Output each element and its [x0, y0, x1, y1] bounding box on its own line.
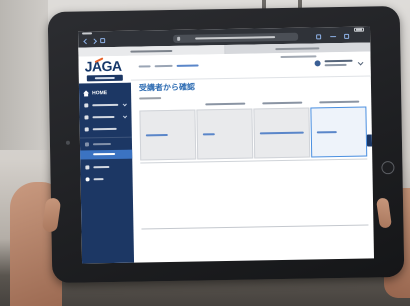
menu-icon [84, 127, 89, 132]
tab-title [130, 49, 173, 53]
section-label [139, 97, 162, 100]
tile-link [316, 131, 337, 133]
photo-scene: JAGA HOME 受講者から確認 [0, 0, 410, 306]
lock-icon [177, 36, 181, 41]
chevron-down-icon[interactable] [357, 59, 364, 66]
sidebar-item-home[interactable]: HOME [79, 89, 131, 99]
tab-title [275, 47, 320, 50]
sidebar-item-help[interactable] [81, 175, 133, 185]
tile-link [202, 133, 215, 135]
unreadable-text [92, 103, 119, 107]
user-name [324, 59, 353, 62]
home-button[interactable] [381, 161, 395, 175]
sidebar: HOME [78, 82, 135, 264]
menu-tile[interactable] [253, 107, 311, 159]
unreadable-text [92, 143, 111, 146]
side-panel-tab[interactable] [366, 134, 373, 147]
sidebar-item[interactable] [80, 163, 132, 173]
page-title: 受講者から確認 [138, 82, 196, 93]
share-icon[interactable] [316, 34, 322, 40]
home-icon [83, 90, 90, 94]
address-bar[interactable] [173, 32, 299, 43]
column-header [319, 100, 360, 103]
forward-icon[interactable] [91, 38, 98, 45]
sidebar-item[interactable] [79, 113, 131, 123]
column-header [262, 101, 303, 104]
divider [141, 224, 369, 230]
back-icon[interactable] [83, 38, 90, 45]
breadcrumb[interactable] [154, 64, 173, 68]
logo-sublabel [86, 74, 123, 82]
menu-icon [84, 142, 90, 147]
sidebar-section [80, 140, 132, 150]
unreadable-text [94, 76, 115, 79]
menu-tile[interactable] [139, 109, 197, 161]
menu-tile-selected[interactable] [310, 106, 368, 158]
unreadable-text [92, 127, 117, 131]
app-header [130, 51, 371, 81]
unreadable-text [92, 115, 115, 119]
breadcrumb [176, 64, 199, 67]
logo: JAGA [84, 57, 122, 75]
tablet-device: JAGA HOME 受講者から確認 [47, 5, 405, 284]
bookmarks-icon[interactable] [100, 38, 106, 44]
unreadable-text [93, 178, 104, 181]
menu-tile[interactable] [196, 108, 254, 160]
new-tab-icon[interactable] [330, 36, 337, 38]
sidebar-item[interactable] [80, 125, 132, 135]
unreadable-text [93, 166, 110, 169]
menu-icon [84, 103, 89, 108]
column-header [205, 102, 246, 105]
user-role [324, 63, 347, 66]
breadcrumb[interactable] [138, 65, 151, 68]
battery-icon [353, 27, 365, 32]
menu-icon [85, 165, 90, 170]
help-icon [85, 177, 90, 182]
unreadable-text [93, 152, 116, 156]
sidebar-item-label: HOME [92, 90, 108, 97]
status-time [82, 32, 93, 34]
tablet-screen: JAGA HOME 受講者から確認 [78, 26, 375, 264]
logo-area[interactable]: JAGA [78, 55, 131, 84]
chevron-down-icon [122, 114, 128, 119]
camera-dot [65, 140, 70, 145]
tabs-icon[interactable] [344, 33, 350, 39]
tile-link [145, 134, 168, 136]
background-wall [0, 0, 48, 150]
chevron-down-icon [122, 102, 127, 107]
sidebar-divider [79, 136, 132, 139]
sidebar-item-selected[interactable] [80, 149, 133, 160]
tile-link [259, 131, 304, 134]
user-icon[interactable] [314, 60, 321, 67]
url-text [195, 36, 276, 40]
sidebar-item[interactable] [79, 101, 131, 111]
header-link[interactable] [280, 55, 317, 58]
menu-icon [84, 115, 89, 120]
